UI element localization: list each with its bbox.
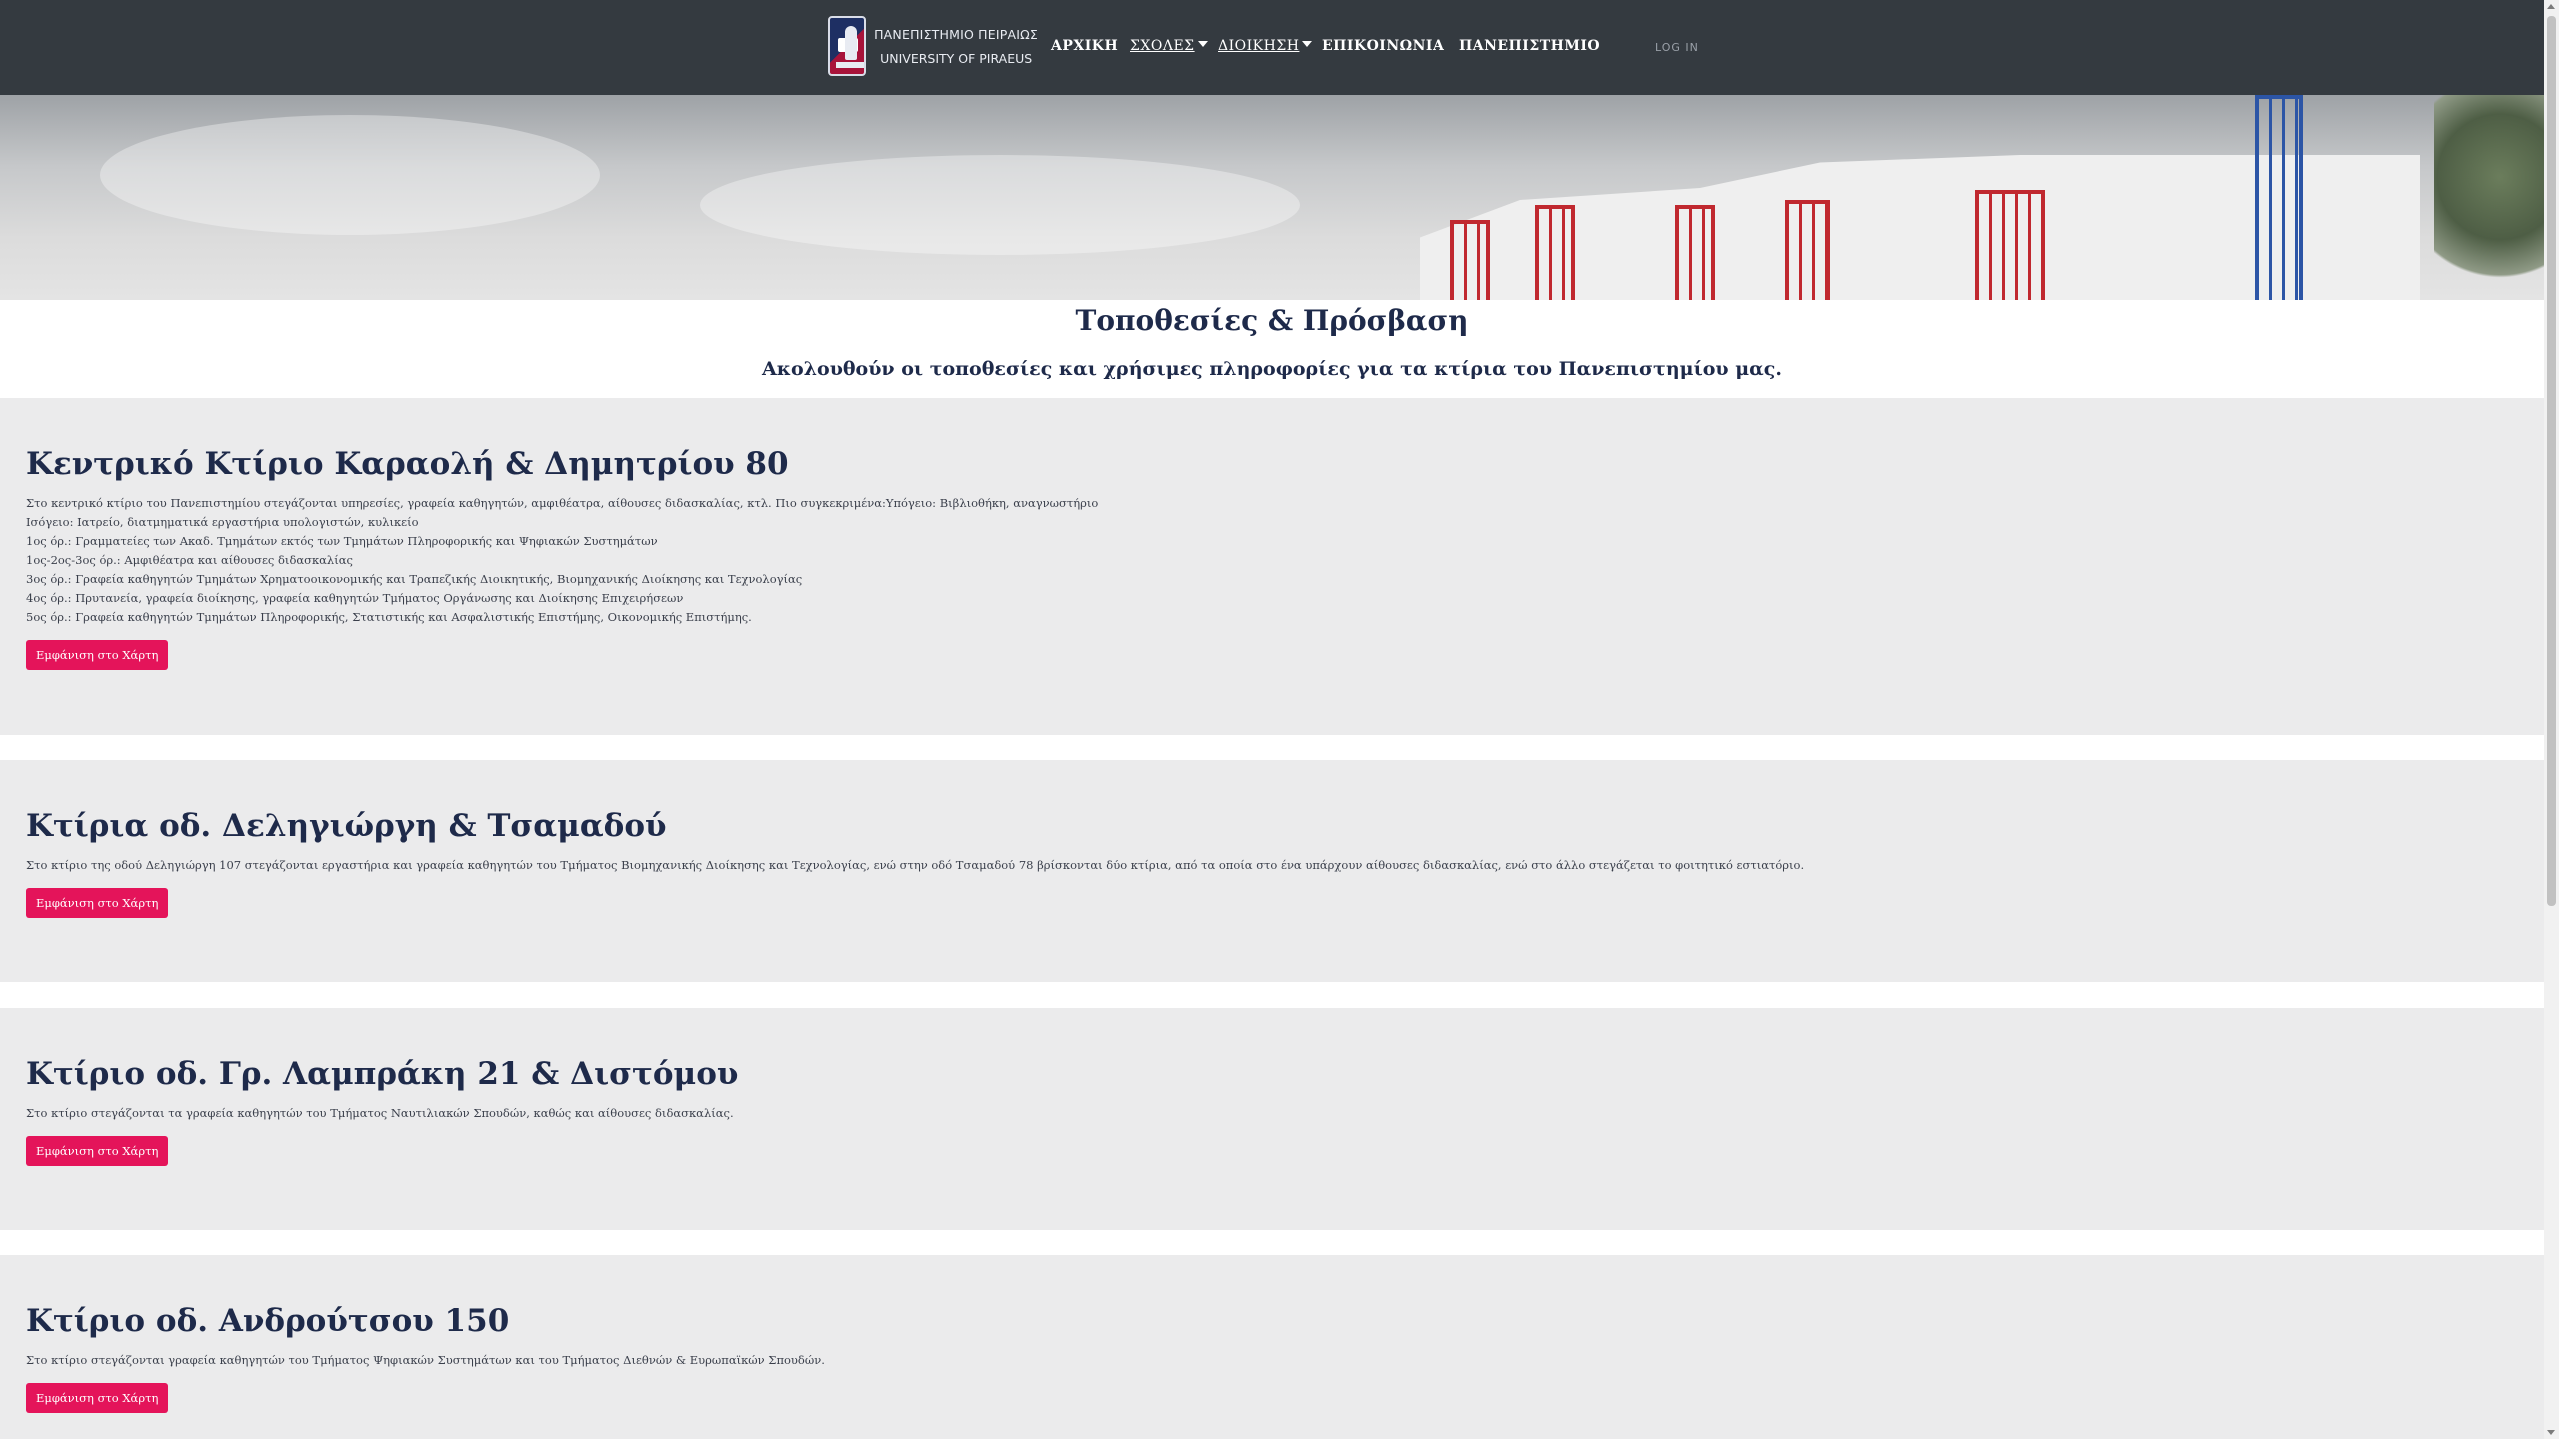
- building-description: Στο κτίριο της οδού Δεληγιώργη 107 στεγά…: [26, 856, 1804, 875]
- description-line: Στο κεντρικό κτίριο του Πανεπιστημίου στ…: [26, 496, 1099, 510]
- description-line: Ισόγειο: Ιατρείο, διατμηματικά εργαστήρι…: [26, 515, 419, 529]
- nav-university[interactable]: ΠΑΝΕΠΙΣΤΗΜΙΟ: [1459, 38, 1600, 54]
- building-title: Κτίριο οδ. Γρ. Λαμπράκη 21 & Διστόμου: [26, 1056, 739, 1092]
- brand-name-english: UNIVERSITY OF PIRAEUS: [880, 50, 1033, 66]
- scrollbar-thumb[interactable]: [2547, 16, 2556, 906]
- description-line: Στο κτίριο στεγάζονται τα γραφεία καθηγη…: [26, 1106, 734, 1120]
- nav-schools-dropdown[interactable]: ΣΧΟΛΕΣ: [1130, 38, 1208, 54]
- university-logo[interactable]: ΠΑΝΕΠΙΣΤΗΜΙΟ ΠΕΙΡΑΙΩΣ UNIVERSITY OF PIRA…: [828, 15, 1038, 77]
- building-card: Κεντρικό Κτίριο Καραολή & Δημητρίου 80 Σ…: [0, 398, 2544, 735]
- show-on-map-button[interactable]: Εμφάνιση στο Χάρτη: [26, 1136, 169, 1166]
- description-line: Στο κτίριο στεγάζονται γραφεία καθηγητών…: [26, 1353, 825, 1367]
- top-navbar: ΠΑΝΕΠΙΣΤΗΜΙΟ ΠΕΙΡΑΙΩΣ UNIVERSITY OF PIRA…: [0, 0, 2544, 95]
- description-line: 1ος όρ.: Γραμματείες των Ακαδ. Τμημάτων …: [26, 534, 658, 548]
- nav-administration-dropdown[interactable]: ΔΙΟΙΚΗΣΗ: [1218, 38, 1313, 54]
- vertical-scrollbar[interactable]: [2544, 0, 2559, 1439]
- description-line: 3ος όρ.: Γραφεία καθηγητών Τμημάτων Χρημ…: [26, 572, 803, 586]
- tree-foliage: [2434, 95, 2544, 300]
- building-card: Κτίρια οδ. Δεληγιώργη & Τσαμαδού Στο κτί…: [0, 760, 2544, 982]
- caret-down-icon: [1302, 41, 1313, 47]
- nav-contact[interactable]: ΕΠΙΚΟΙΝΩΝΙΑ: [1322, 38, 1444, 54]
- university-emblem-icon: [828, 16, 867, 76]
- page-subtitle: Ακολουθούν οι τοποθεσίες και χρήσιμες πλ…: [762, 358, 1782, 380]
- building-card: Κτίριο οδ. Ανδρούτσου 150 Στο κτίριο στε…: [0, 1255, 2544, 1439]
- building-title: Κεντρικό Κτίριο Καραολή & Δημητρίου 80: [26, 446, 789, 482]
- scroll-up-arrow-icon[interactable]: [2547, 4, 2555, 9]
- description-line: 1ος-2ος-3ος όρ.: Αμφιθέατρα και αίθουσες…: [26, 553, 353, 567]
- description-line: Στο κτίριο της οδού Δεληγιώργη 107 στεγά…: [26, 858, 1805, 872]
- scroll-down-arrow-icon[interactable]: [2547, 1430, 2555, 1435]
- building-description: Στο κτίριο στεγάζονται τα γραφεία καθηγη…: [26, 1104, 734, 1123]
- description-line: 5ος όρ.: Γραφεία καθηγητών Τμημάτων Πληρ…: [26, 610, 752, 624]
- nav-schools-label: ΣΧΟΛΕΣ: [1130, 38, 1195, 54]
- logo-text: ΠΑΝΕΠΙΣΤΗΜΙΟ ΠΕΙΡΑΙΩΣ UNIVERSITY OF PIRA…: [874, 27, 1038, 66]
- login-link[interactable]: LOG IN: [1655, 41, 1699, 54]
- show-on-map-button[interactable]: Εμφάνιση στο Χάρτη: [26, 1383, 169, 1413]
- nav-home[interactable]: ΑΡΧΙΚΗ: [1051, 38, 1118, 54]
- description-line: 4ος όρ.: Πρυτανεία, γραφεία διοίκησης, γ…: [26, 591, 684, 605]
- hero-banner-image: [0, 95, 2544, 300]
- building-title: Κτίρια οδ. Δεληγιώργη & Τσαμαδού: [26, 808, 667, 844]
- brand-name-greek: ΠΑΝΕΠΙΣΤΗΜΙΟ ΠΕΙΡΑΙΩΣ: [874, 26, 1038, 42]
- show-on-map-button[interactable]: Εμφάνιση στο Χάρτη: [26, 640, 169, 670]
- building-description: Στο κτίριο στεγάζονται γραφεία καθηγητών…: [26, 1351, 825, 1370]
- building-title: Κτίριο οδ. Ανδρούτσου 150: [26, 1303, 510, 1339]
- building-card: Κτίριο οδ. Γρ. Λαμπράκη 21 & Διστόμου Στ…: [0, 1008, 2544, 1230]
- nav-administration-label: ΔΙΟΙΚΗΣΗ: [1218, 38, 1300, 54]
- show-on-map-button[interactable]: Εμφάνιση στο Χάρτη: [26, 888, 169, 918]
- building-description: Στο κεντρικό κτίριο του Πανεπιστημίου στ…: [26, 494, 1098, 627]
- caret-down-icon: [1197, 41, 1208, 47]
- page-title: Τοποθεσίες & Πρόσβαση: [1075, 304, 1469, 337]
